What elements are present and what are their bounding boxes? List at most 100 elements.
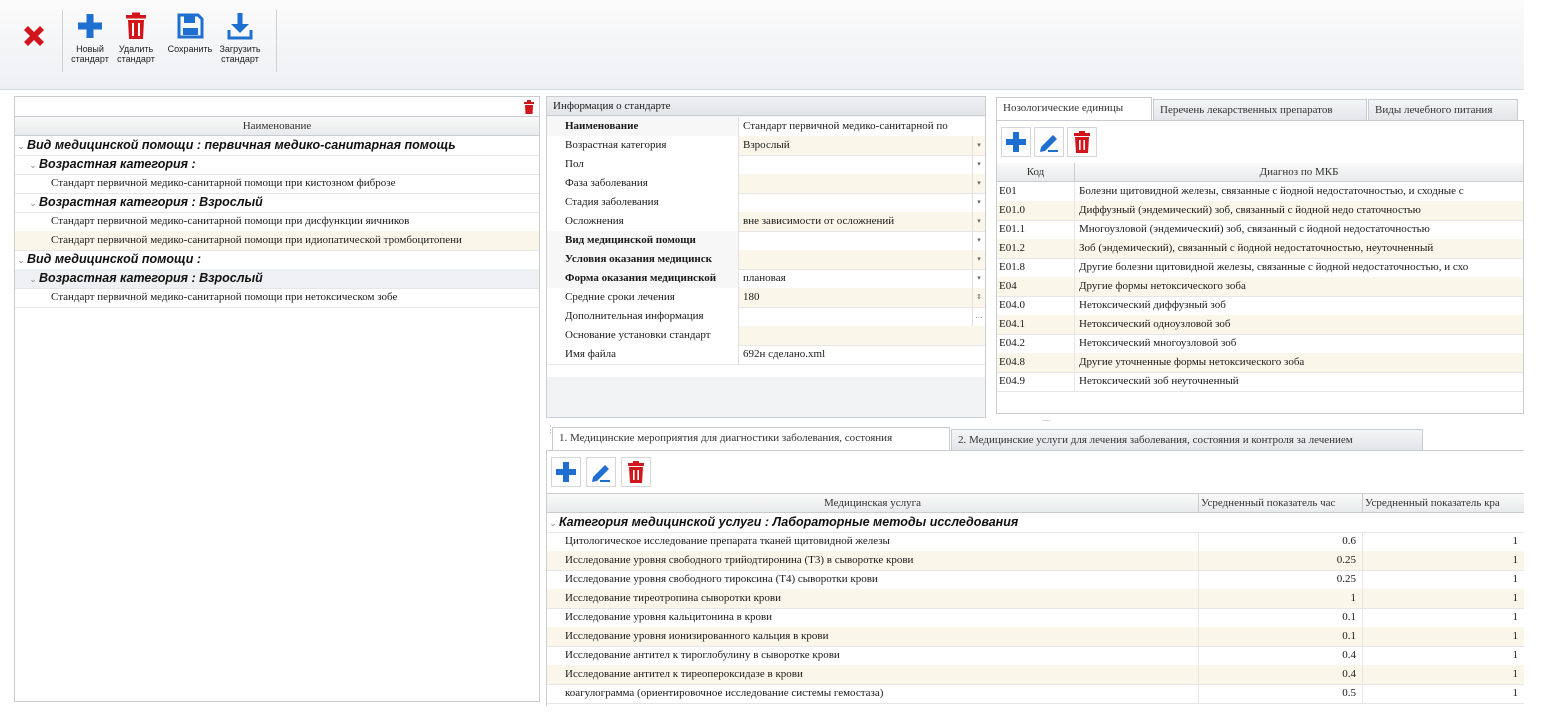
tab-nosology-0[interactable]: Нозологические единицы: [996, 97, 1152, 120]
property-value[interactable]: [739, 231, 985, 250]
services-panel: ⋮ 1. Медицинские мероприятия для диагнос…: [546, 425, 1524, 707]
property-value[interactable]: плановая: [739, 269, 985, 288]
tab-nosology-1[interactable]: Перечень лекарственных препаратов: [1153, 99, 1367, 120]
diagnosis-name: Зоб (эндемический), связанный с йодной н…: [1079, 242, 1434, 254]
property-value[interactable]: Взрослый: [739, 136, 985, 155]
service-row[interactable]: Исследование тиреотропина сыворотки кров…: [547, 589, 1524, 609]
dropdown-arrow-icon[interactable]: ▾: [972, 155, 985, 174]
edit-service-button[interactable]: [586, 457, 616, 487]
service-frequency: 0.25: [1199, 551, 1363, 570]
column-service[interactable]: Медицинская услуга: [547, 494, 1199, 513]
dropdown-arrow-icon[interactable]: ▾: [972, 269, 985, 288]
tree-group-row[interactable]: ⌄ Возрастная категория : Взрослый: [15, 269, 539, 289]
collapse-chevron-icon[interactable]: ⌄: [15, 251, 27, 269]
tree-group-row[interactable]: ⌄ Вид медицинской помощи :: [15, 250, 539, 270]
dropdown-arrow-icon[interactable]: ▾: [972, 174, 985, 193]
splitter-handle[interactable]: ....: [1036, 415, 1056, 424]
column-multiplicity[interactable]: Усредненный показатель кра: [1363, 494, 1524, 513]
property-value[interactable]: [739, 193, 985, 212]
diagnosis-row[interactable]: E01 Болезни щитовидной железы, связанные …: [997, 182, 1523, 202]
tree-group-row[interactable]: ⌄ Вид медицинской помощи : первичная меди…: [15, 136, 539, 156]
tab-services-0[interactable]: 1. Медицинские мероприятия для диагности…: [552, 427, 950, 450]
diagnosis-row[interactable]: E04.0 Нетоксический диффузный зоб: [997, 296, 1523, 316]
property-label: Основание установки стандарт: [547, 326, 739, 345]
column-code[interactable]: Код: [997, 163, 1075, 182]
service-row[interactable]: Исследование уровня кальцитонина в крови…: [547, 608, 1524, 628]
ellipsis-button-icon[interactable]: …: [972, 307, 985, 326]
tree-group-row[interactable]: ⌄ Возрастная категория : Взрослый: [15, 193, 539, 213]
diagnosis-table-body: E01 Болезни щитовидной железы, связанные …: [997, 182, 1523, 412]
property-value[interactable]: [739, 174, 985, 193]
diagnosis-name: Нетоксический зоб неуточненный: [1079, 375, 1239, 387]
tab-nosology-2[interactable]: Виды лечебного питания: [1368, 99, 1518, 120]
spin-buttons-icon[interactable]: ⇕: [972, 288, 985, 307]
diagnosis-row[interactable]: E01.0 Диффузный (эндемический) зоб, связа…: [997, 201, 1523, 221]
add-service-button[interactable]: [551, 457, 581, 487]
load-standard-button[interactable]: Загрузить стандарт: [216, 12, 264, 64]
diagnosis-row[interactable]: E04.1 Нетоксический одноузловой зоб: [997, 315, 1523, 335]
service-multiplicity: 1: [1512, 592, 1519, 604]
tree-item-row[interactable]: Стандарт первичной медико-санитарной пом…: [15, 288, 539, 308]
service-category-row[interactable]: ⌄ Категория медицинской услуги : Лаборато…: [547, 513, 1524, 533]
filter-input[interactable]: [15, 97, 519, 116]
property-value[interactable]: [739, 250, 985, 269]
diagnosis-row[interactable]: E04.2 Нетоксический многоузловой зоб: [997, 334, 1523, 354]
collapse-chevron-icon[interactable]: ⌄: [547, 514, 559, 532]
dropdown-arrow-icon[interactable]: ▾: [972, 212, 985, 231]
property-value[interactable]: 180: [739, 288, 985, 307]
service-row[interactable]: Исследование уровня свободного тироксина…: [547, 570, 1524, 590]
column-frequency[interactable]: Усредненный показатель час: [1199, 494, 1363, 513]
property-value[interactable]: [739, 326, 985, 345]
service-name: Исследование тиреотропина сыворотки кров…: [561, 589, 1199, 608]
diagnosis-row[interactable]: E04.8 Другие уточненные формы нетоксическ…: [997, 353, 1523, 373]
new-standard-button[interactable]: Новый стандарт: [70, 12, 110, 64]
service-row[interactable]: Исследование антител к тиреопероксидазе …: [547, 665, 1524, 685]
property-value[interactable]: вне зависимости от осложнений: [739, 212, 985, 231]
collapse-chevron-icon[interactable]: ⌄: [27, 270, 39, 288]
service-row[interactable]: Исследование антител к тироглобулину в с…: [547, 646, 1524, 666]
delete-service-button[interactable]: [621, 457, 651, 487]
collapse-chevron-icon[interactable]: ⌄: [27, 156, 39, 174]
service-row[interactable]: коагулограмма (ориентировочное исследова…: [547, 684, 1524, 704]
dropdown-arrow-icon[interactable]: ▾: [972, 136, 985, 155]
property-value[interactable]: Стандарт первичной медико-санитарной по: [739, 117, 985, 136]
service-row[interactable]: Цитологическое исследование препарата тк…: [547, 532, 1524, 552]
tree-item-row[interactable]: Стандарт первичной медико-санитарной пом…: [15, 231, 539, 251]
dropdown-arrow-icon[interactable]: ▾: [972, 250, 985, 269]
column-diagnosis[interactable]: Диагноз по МКБ: [1075, 163, 1523, 182]
edit-diagnosis-button[interactable]: [1034, 127, 1064, 157]
property-row: Форма оказания медицинской плановая ▾: [547, 269, 985, 289]
diagnosis-row[interactable]: E01.8 Другие болезни щитовидной железы, с…: [997, 258, 1523, 278]
dropdown-arrow-icon[interactable]: ▾: [972, 231, 985, 250]
diagnosis-code: E04.2: [997, 334, 1075, 353]
property-value[interactable]: [739, 155, 985, 174]
property-value[interactable]: 692н сделано.xml: [739, 345, 985, 364]
service-frequency: 0.6: [1199, 532, 1363, 551]
add-diagnosis-button[interactable]: [1001, 127, 1031, 157]
diagnosis-row[interactable]: E04 Другие формы нетоксического зоба: [997, 277, 1523, 297]
dropdown-arrow-icon[interactable]: ▾: [972, 193, 985, 212]
tree-group-row[interactable]: ⌄ Возрастная категория :: [15, 155, 539, 175]
tab-services-1[interactable]: 2. Медицинские услуги для лечения заболе…: [951, 429, 1423, 450]
diagnosis-table-header: Код Диагноз по МКБ: [997, 163, 1523, 182]
diagnosis-row[interactable]: E04.9 Нетоксический зоб неуточненный: [997, 372, 1523, 392]
trash-icon: [628, 461, 644, 483]
service-row[interactable]: Исследование уровня свободного трийодтир…: [547, 551, 1524, 571]
tree-item-row[interactable]: Стандарт первичной медико-санитарной пом…: [15, 174, 539, 194]
save-button[interactable]: Сохранить: [166, 12, 214, 54]
collapse-chevron-icon[interactable]: ⌄: [15, 137, 27, 155]
services-table-body: ⌄ Категория медицинской услуги : Лаборато…: [547, 513, 1524, 707]
close-button[interactable]: [20, 22, 48, 54]
diagnosis-row[interactable]: E01.1 Многоузловой (эндемический) зоб, св…: [997, 220, 1523, 240]
name-column-header[interactable]: Наименование: [15, 117, 539, 136]
tree-item-row[interactable]: Стандарт первичной медико-санитарной пом…: [15, 212, 539, 232]
service-row[interactable]: Исследование уровня ионизированного каль…: [547, 627, 1524, 647]
delete-diagnosis-button[interactable]: [1067, 127, 1097, 157]
delete-standard-button[interactable]: Удалить стандарт: [116, 12, 156, 64]
clear-filter-icon[interactable]: [523, 100, 535, 114]
property-value[interactable]: [739, 307, 985, 326]
tree-group-label: Возрастная категория :: [39, 157, 196, 171]
diagnosis-row[interactable]: E01.2 Зоб (эндемический), связанный с йод…: [997, 239, 1523, 259]
diagnosis-name: Другие уточненные формы нетоксического з…: [1079, 356, 1305, 368]
collapse-chevron-icon[interactable]: ⌄: [27, 194, 39, 212]
